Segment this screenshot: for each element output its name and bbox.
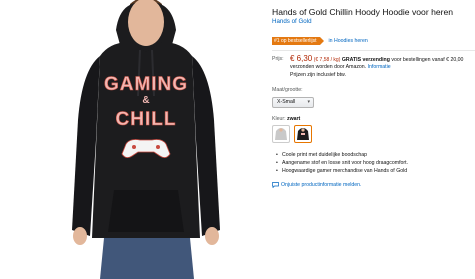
black-hoodie-thumbnail — [297, 128, 309, 140]
size-dropdown[interactable]: X-Small ▾ — [272, 97, 314, 108]
print-text-amp: & — [142, 95, 149, 106]
free-shipping-label: GRATIS verzending — [341, 57, 390, 63]
unit-price: (€ 7,58 / kg) — [313, 57, 341, 63]
color-label-row: Kleur: zwart — [272, 116, 300, 122]
shipping-note: verzonden worden door Amazon. Informatie — [290, 64, 391, 70]
brand-link[interactable]: Hands of Gold — [272, 18, 312, 25]
color-swatches — [272, 125, 312, 143]
product-title: Hands of Gold Chillin Hoody Hoodie voor … — [272, 7, 454, 17]
swatch-zwart[interactable] — [294, 125, 312, 143]
shipping-note-text: verzonden worden door Amazon. — [290, 64, 367, 70]
swatch-grijs[interactable] — [272, 125, 290, 143]
report-info-link[interactable]: Onjuiste productinformatie melden. — [272, 182, 361, 188]
bestseller-badge[interactable]: #1 op bestsellerlijst — [272, 37, 324, 45]
speech-bubble-icon — [272, 182, 279, 188]
model-jeans — [100, 238, 194, 279]
shipping-info-link[interactable]: Informatie — [368, 64, 391, 70]
size-label: Maat/grootte: — [272, 87, 303, 93]
print-text-gaming: GAMING — [104, 74, 188, 95]
bestseller-row: #1 op bestsellerlijst in Hoodies heren — [272, 37, 368, 45]
feature-item: Aangename stof en losse snit voor hoog d… — [276, 159, 408, 167]
product-image[interactable]: GAMING & CHILL — [60, 0, 230, 279]
shipping-condition: voor bestellingen vanaf € 20,00 — [391, 57, 464, 63]
grey-hoodie-thumbnail — [275, 128, 287, 140]
price-amount: € 6,30 — [290, 54, 313, 63]
price-label: Prijs: — [272, 56, 284, 62]
color-label: Kleur: — [272, 116, 286, 122]
size-selected-value: X-Small — [277, 99, 296, 105]
feature-item: Hoogwaardige gamer merchandise van Hands… — [276, 167, 408, 175]
divider — [272, 50, 475, 51]
report-info-text: Onjuiste productinformatie melden. — [281, 182, 362, 188]
vat-note: Prijzen zijn inclusief btw. — [290, 72, 346, 78]
feature-item: Coole print met duidelijke boodschap — [276, 151, 408, 159]
print-text-chill: CHILL — [116, 109, 177, 130]
chevron-down-icon: ▾ — [307, 99, 310, 105]
feature-list: Coole print met duidelijke boodschap Aan… — [276, 151, 408, 176]
bestseller-category-link[interactable]: in Hoodies heren — [329, 38, 368, 44]
color-selected-value: zwart — [287, 116, 301, 122]
